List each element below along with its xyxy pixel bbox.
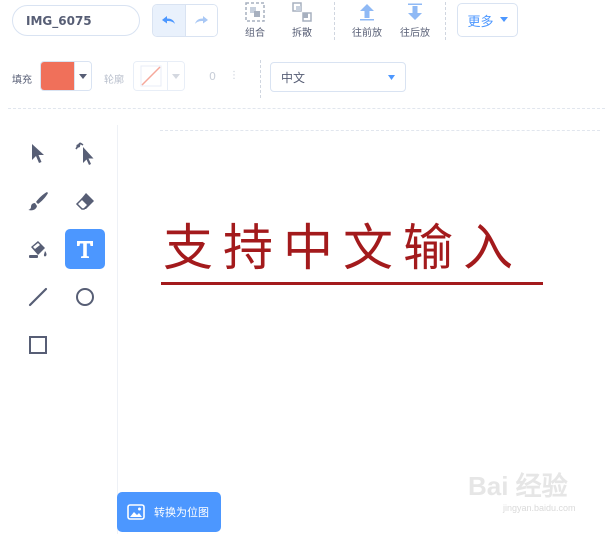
outline-color-picker[interactable] [133, 61, 185, 91]
forward-label: 往前放 [352, 28, 382, 39]
reshape-cursor-icon [75, 142, 94, 165]
forward-button[interactable]: 往前放 [345, 0, 389, 40]
canvas-text-underline [161, 282, 543, 285]
convert-to-bitmap-label: 转换为位图 [154, 506, 209, 519]
costume-name-input[interactable] [12, 5, 140, 36]
toolbar-separator [8, 108, 605, 109]
arrow-cursor-icon [32, 144, 44, 163]
toolbar-divider [334, 2, 335, 40]
outline-label: 轮廓 [104, 75, 124, 86]
watermark-main: Bai 经验 [468, 471, 568, 501]
arrow-up-icon [360, 4, 374, 21]
image-icon [127, 504, 145, 520]
fill-tool[interactable] [18, 229, 58, 269]
undo-redo-group [152, 4, 218, 37]
canvas-text-object[interactable]: 支持中文输入 [163, 214, 543, 282]
ungroup-button[interactable]: 拆散 [280, 0, 324, 40]
fill-label: 填充 [12, 75, 32, 86]
undo-icon [161, 15, 175, 24]
toolbar-divider [260, 60, 261, 98]
more-button[interactable]: 更多 [457, 3, 518, 37]
more-label: 更多 [467, 14, 494, 30]
reshape-tool[interactable] [65, 133, 105, 173]
line-tool[interactable] [18, 277, 58, 317]
paint-bucket-icon [29, 241, 47, 258]
outline-color-swatch [134, 62, 167, 90]
eraser-tool[interactable] [65, 181, 105, 221]
group-icon [245, 2, 265, 22]
eraser-icon [75, 193, 94, 210]
chevron-down-icon [172, 73, 180, 79]
rectangle-tool[interactable] [18, 325, 58, 365]
select-tool[interactable] [18, 133, 58, 173]
convert-to-bitmap-button[interactable]: 转换为位图 [117, 492, 221, 532]
no-color-icon [140, 65, 161, 87]
redo-icon [195, 15, 209, 24]
fill-color-picker[interactable] [40, 61, 92, 91]
font-value: 中文 [281, 70, 306, 85]
toolbar-divider [445, 2, 446, 40]
text-icon [77, 241, 93, 258]
ungroup-icon [292, 2, 312, 22]
line-icon [28, 287, 48, 307]
chevron-down-icon [499, 17, 508, 22]
arrow-down-icon [408, 3, 422, 20]
undo-button[interactable] [153, 5, 186, 36]
fill-color-swatch [41, 62, 74, 90]
backward-label: 往后放 [400, 28, 430, 39]
font-select[interactable]: 中文 [270, 62, 406, 92]
chevron-down-icon [388, 74, 395, 80]
ungroup-label: 拆散 [292, 28, 312, 39]
watermark-sub: jingyan.baidu.com [503, 503, 576, 513]
group-label: 组合 [245, 28, 265, 39]
chevron-down-icon [79, 73, 87, 79]
brush-tool[interactable] [18, 181, 58, 221]
baidu-watermark: Bai 经验 jingyan.baidu.com [468, 466, 608, 526]
outline-width-value[interactable]: 0 [209, 70, 216, 83]
stepper-icon[interactable]: ⋮ [229, 70, 239, 81]
circle-icon [76, 288, 94, 306]
redo-button[interactable] [185, 5, 217, 36]
backward-button[interactable]: 往后放 [393, 0, 437, 40]
group-button[interactable]: 组合 [233, 0, 277, 40]
circle-tool[interactable] [65, 277, 105, 317]
brush-icon [28, 192, 48, 211]
text-tool[interactable] [65, 229, 105, 269]
rectangle-icon [29, 336, 47, 354]
